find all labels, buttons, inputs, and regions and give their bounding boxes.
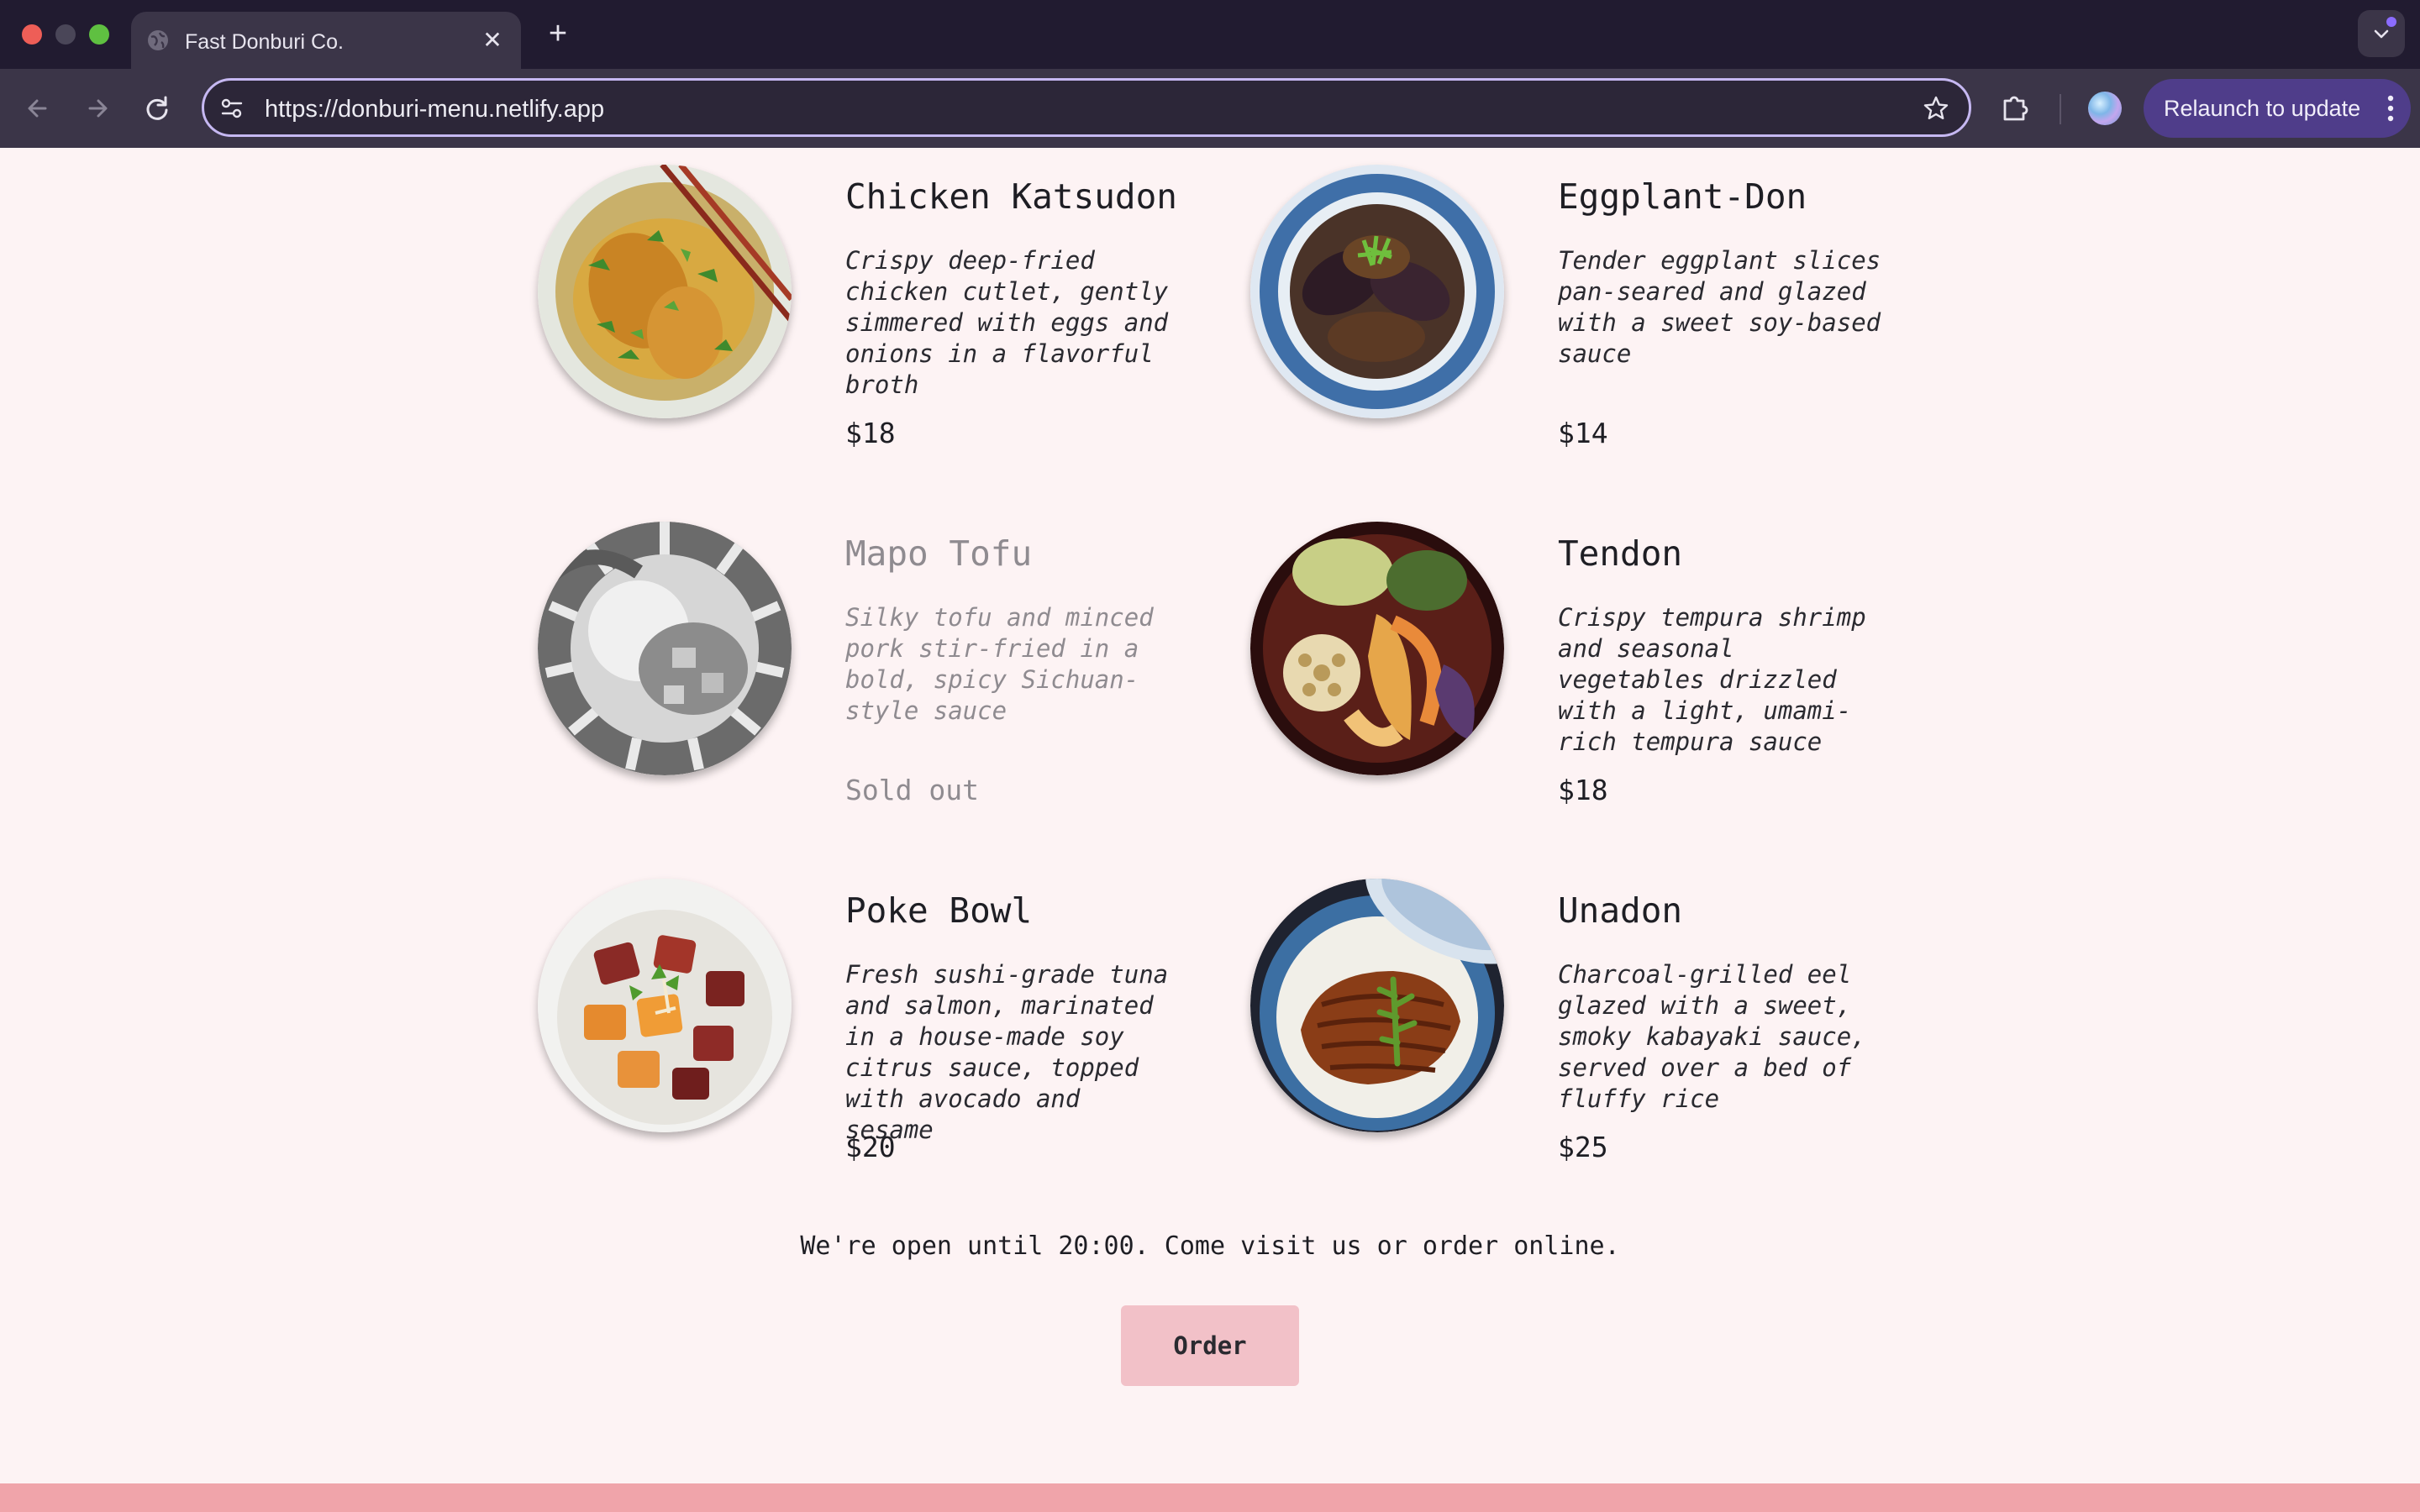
relaunch-to-update-button[interactable]: Relaunch to update [2144,79,2411,138]
item-name: Mapo Tofu [845,533,1033,574]
poke-bowl-image [538,879,792,1132]
tendon-image [1250,522,1504,775]
url-text[interactable]: https://donburi-menu.netlify.app [265,96,604,123]
item-price: $18 [845,417,896,449]
close-tab-icon[interactable]: ✕ [479,27,506,54]
item-name: Chicken Katsudon [845,176,1177,217]
browser-toolbar: https://donburi-menu.netlify.app Relaunc… [0,69,2420,148]
address-bar[interactable]: https://donburi-menu.netlify.app [202,78,1971,137]
menu-item-chicken-katsudon: Chicken Katsudon Crispy deep-fried chick… [538,165,1244,449]
forward-arrow-icon[interactable] [80,91,115,126]
eggplant-don-image [1250,165,1504,418]
new-tab-button[interactable]: + [541,17,575,50]
item-description: Charcoal-grilled eel glazed with a sweet… [1558,960,1866,1113]
maximize-window-button[interactable] [89,24,109,45]
item-description: Fresh sushi-grade tuna and salmon, marin… [845,960,1169,1144]
item-description: Silky tofu and minced pork stir-fried in… [845,603,1154,725]
minimize-window-button[interactable] [55,24,76,45]
unadon-image [1250,879,1504,1132]
chicken-katsudon-image [538,165,792,418]
item-description: Crispy deep-fried chicken cutlet, gently… [845,246,1169,399]
menu-item-mapo-tofu: Mapo Tofu Silky tofu and minced pork sti… [538,522,1244,806]
extensions-puzzle-icon[interactable] [1998,91,2032,124]
globe-icon [148,30,168,50]
menu-item-tendon: Tendon Crispy tempura shrimp and seasona… [1250,522,1956,806]
menu-page: Chicken Katsudon Crispy deep-fried chick… [0,148,2420,1512]
item-name: Unadon [1558,890,1683,931]
tab-title: Fast Donburi Co. [185,30,344,54]
reload-icon[interactable] [139,91,175,126]
item-price: $20 [845,1131,896,1163]
menu-item-poke-bowl: Poke Bowl Fresh sushi-grade tuna and sal… [538,879,1244,1163]
item-price: $14 [1558,417,1608,449]
tab-search-button[interactable] [2358,10,2405,57]
footer-band [0,1483,2420,1512]
back-arrow-icon[interactable] [20,91,55,126]
mapo-tofu-image [538,522,792,775]
more-options-icon[interactable] [2386,94,2396,123]
toolbar-divider [2060,94,2061,124]
item-name: Tendon [1558,533,1683,574]
item-price: $25 [1558,1131,1608,1163]
notification-dot [2386,17,2396,27]
item-price: $18 [1558,774,1608,806]
relaunch-label: Relaunch to update [2164,96,2361,121]
item-description: Tender eggplant slices pan-seared and gl… [1558,246,1881,368]
item-name: Poke Bowl [845,890,1033,931]
chevron-down-icon [2374,29,2389,39]
profile-avatar[interactable] [2088,92,2122,125]
browser-tab-strip: Fast Donburi Co. ✕ + [0,0,2420,69]
item-description: Crispy tempura shrimp and seasonal veget… [1558,603,1866,756]
site-settings-icon[interactable] [219,96,245,121]
menu-item-unadon: Unadon Charcoal-grilled eel glazed with … [1250,879,1956,1163]
order-button[interactable]: Order [1121,1305,1299,1386]
close-window-button[interactable] [22,24,42,45]
sold-out-label: Sold out [845,774,979,806]
opening-hours-note: We're open until 20:00. Come visit us or… [800,1231,1620,1261]
item-name: Eggplant-Don [1558,176,1807,217]
bookmark-star-icon[interactable] [1922,94,1950,123]
browser-tab[interactable]: Fast Donburi Co. ✕ [131,12,521,69]
menu-item-eggplant-don: Eggplant-Don Tender eggplant slices pan-… [1250,165,1956,449]
